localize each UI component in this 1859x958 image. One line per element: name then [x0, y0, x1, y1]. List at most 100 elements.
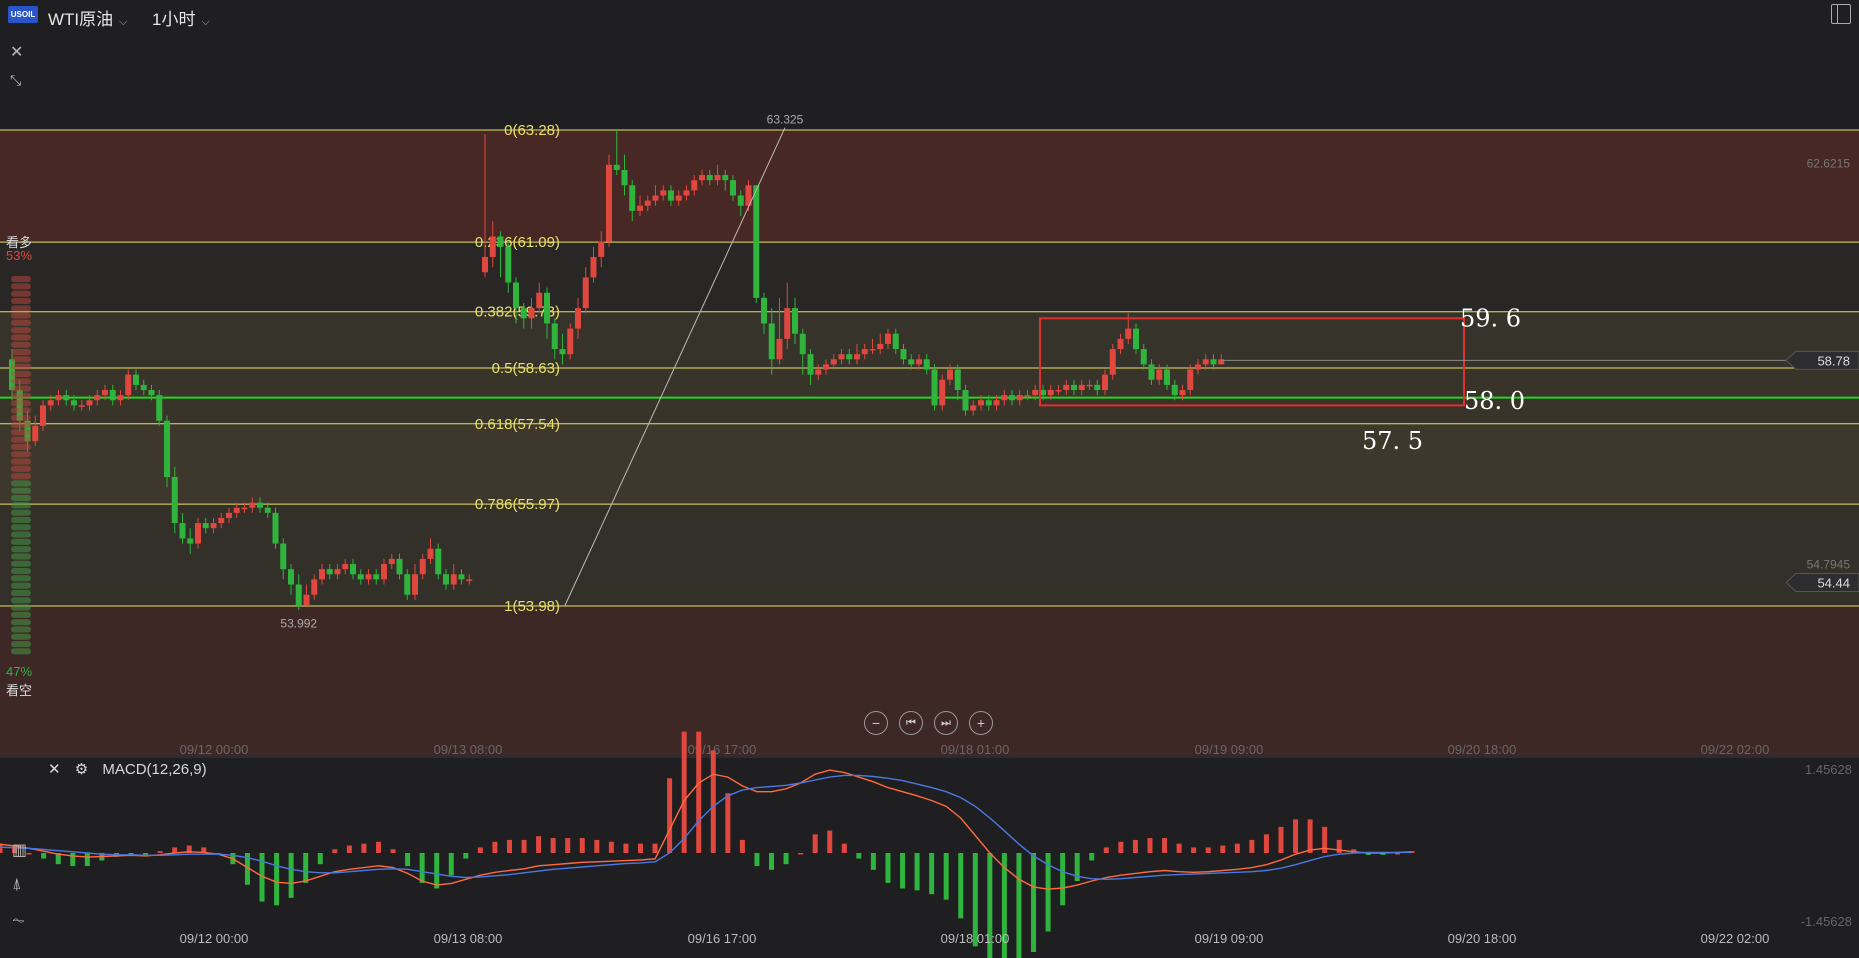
candle-body — [71, 400, 77, 406]
macd-histogram-bar — [113, 853, 119, 857]
sentiment-segment — [11, 363, 31, 370]
candle-body — [753, 185, 760, 298]
candle-body — [861, 349, 868, 355]
sentiment-segment — [11, 414, 31, 421]
gear-icon[interactable]: ⚙ — [75, 761, 88, 778]
candle-body — [652, 195, 659, 201]
macd-histogram-bar — [1016, 853, 1022, 958]
candle-body — [195, 523, 201, 544]
candle-body — [737, 195, 744, 206]
macd-histogram-bar — [812, 834, 818, 853]
candle-body — [1210, 359, 1217, 365]
candle-body — [482, 256, 488, 273]
macd-histogram-bar — [1234, 843, 1240, 853]
sentiment-segment — [11, 648, 31, 655]
candle-body — [450, 574, 457, 585]
sentiment-segment — [11, 385, 31, 392]
zoom-in-button[interactable]: + — [969, 711, 993, 735]
macd-histogram-bar — [172, 847, 178, 853]
candle-body — [714, 175, 721, 181]
candle-body — [598, 241, 605, 257]
candle-body — [226, 512, 232, 518]
x-tick-label: 09/20 18:00 — [1448, 742, 1517, 757]
macd-histogram-bar — [565, 838, 571, 853]
sentiment-segment — [11, 436, 31, 443]
macd-x-tick-label: 09/12 00:00 — [180, 931, 249, 946]
x-tick-label: 09/18 01:00 — [941, 742, 1010, 757]
sentiment-segment — [11, 495, 31, 502]
macd-line — [0, 769, 1413, 890]
macd-histogram-bar — [201, 847, 207, 853]
macd-histogram-bar — [1103, 847, 1109, 853]
candle-body — [513, 282, 519, 309]
jump-start-button[interactable]: ⏮ — [899, 711, 923, 735]
sentiment-segment — [11, 319, 31, 326]
candle-body — [264, 507, 271, 513]
macd-histogram-bar — [317, 853, 323, 865]
candle-body — [590, 256, 597, 278]
close-icon[interactable]: ✕ — [48, 761, 61, 778]
macd-histogram-bar — [1293, 819, 1299, 853]
indicator-icon[interactable]: ▥ — [12, 840, 27, 860]
candle-body — [908, 359, 915, 365]
macd-histogram-bar — [244, 853, 250, 885]
wave-icon[interactable]: ⏦ — [12, 912, 25, 930]
jump-end-button[interactable]: ⏭ — [934, 711, 958, 735]
candle-body — [954, 369, 961, 391]
candle-body — [792, 308, 798, 334]
candle-body — [776, 338, 783, 360]
fib-zone — [0, 242, 1859, 312]
macd-histogram-bar — [550, 838, 556, 853]
macd-histogram-bar — [798, 853, 804, 855]
candle-body — [1047, 390, 1054, 396]
candle-body — [900, 349, 907, 360]
candle-body — [962, 390, 969, 411]
macd-histogram-bar — [492, 841, 498, 853]
macd-histogram-bar — [26, 853, 32, 855]
candle-body — [551, 323, 558, 350]
draw-tool-icon[interactable]: ⍋ — [12, 876, 22, 894]
macd-histogram-bar — [725, 793, 731, 853]
y-axis-label: 54.7945 — [1807, 557, 1851, 571]
sentiment-segment — [11, 575, 31, 582]
macd-histogram-bar — [274, 853, 280, 906]
macd-histogram-bar — [1365, 853, 1371, 855]
candle-body — [947, 369, 953, 380]
candle-body — [916, 359, 922, 365]
macd-histogram-bar — [958, 853, 964, 919]
signal-line — [0, 774, 1412, 881]
x-tick-label: 09/16 17:00 — [688, 742, 757, 757]
macd-histogram-bar — [579, 838, 585, 853]
candle-body — [854, 354, 860, 360]
candle-body — [435, 548, 442, 575]
macd-histogram-bar — [623, 843, 629, 853]
sentiment-segment — [11, 443, 31, 450]
candle-body — [1171, 384, 1178, 396]
candle-body — [140, 384, 147, 391]
candle-body — [357, 574, 364, 580]
candle-body — [761, 297, 767, 324]
candle-body — [520, 308, 527, 319]
sentiment-segment — [11, 429, 31, 436]
macd-histogram-bar — [1394, 853, 1400, 855]
candle-body — [412, 574, 418, 595]
zoom-out-button[interactable]: − — [864, 711, 888, 735]
macd-x-tick-label: 09/19 09:00 — [1195, 931, 1264, 946]
sentiment-segment — [11, 546, 31, 553]
candle-body — [86, 400, 93, 406]
x-tick-label: 09/19 09:00 — [1195, 742, 1264, 757]
macd-histogram-bar — [1409, 851, 1415, 853]
candle-body — [388, 558, 395, 565]
macd-histogram-bar — [1380, 853, 1386, 855]
price-chart[interactable]: 0(63.28)0.236(61.09)0.382(59.73)0.5(58.6… — [0, 0, 1859, 760]
candle-body — [885, 333, 891, 344]
macd-histogram-bar — [1249, 839, 1255, 853]
candle-body — [1140, 349, 1147, 365]
low-label: 53.992 — [280, 616, 317, 630]
candle-body — [396, 558, 403, 575]
macd-histogram-bar — [288, 853, 294, 898]
macd-histogram-bar — [215, 853, 221, 855]
candle-body — [528, 308, 535, 319]
candle-body — [78, 405, 85, 407]
candle-body — [691, 180, 698, 191]
